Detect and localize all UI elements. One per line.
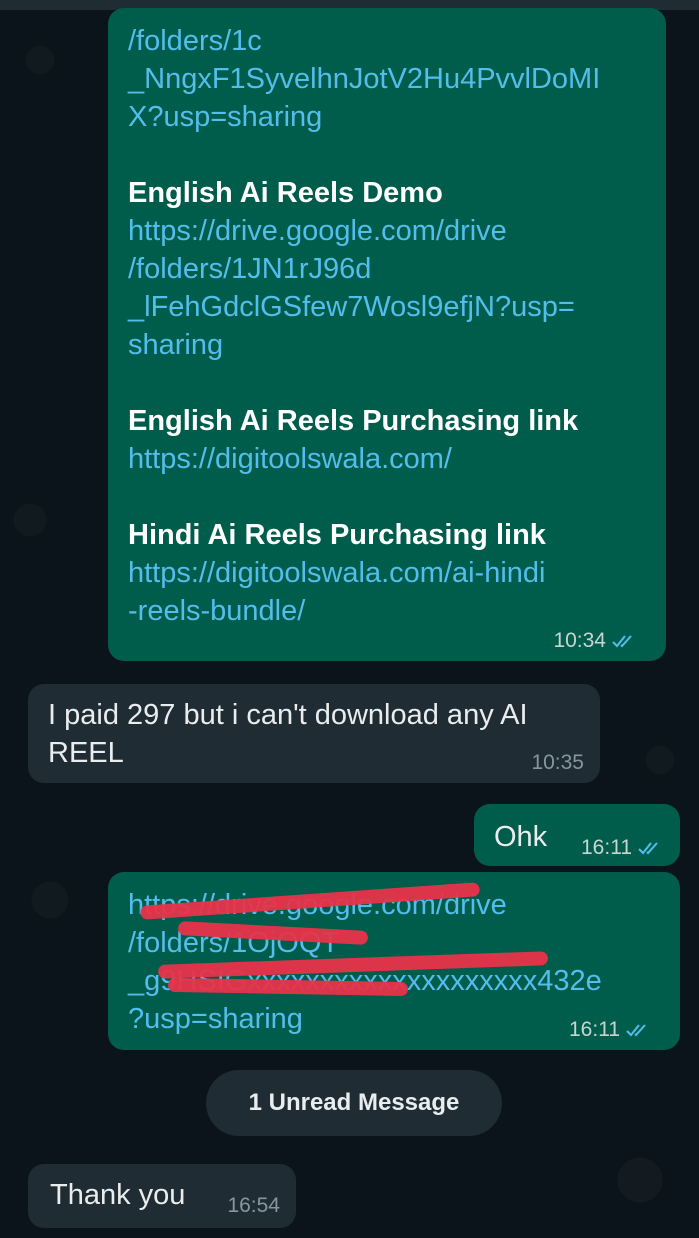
message-link[interactable]: sharing (128, 326, 646, 364)
message-meta: 16:11 (569, 1018, 650, 1042)
message-link[interactable]: X?usp=sharing (128, 98, 646, 136)
message-text: I paid 297 but i can't download any AI (48, 699, 528, 731)
message-link[interactable]: https://digitoolswala.com/ (128, 440, 646, 478)
message-link[interactable]: -reels-bundle/ (128, 592, 646, 630)
message-heading: Hindi Ai Reels Purchasing link (128, 519, 546, 551)
message-link[interactable]: _lFehGdclGSfew7Wosl9efjN?usp= (128, 288, 646, 326)
message-bubble-outgoing[interactable]: https://drive.google.com/drive /folders/… (108, 872, 680, 1050)
message-time: 10:34 (553, 629, 606, 652)
message-heading: English Ai Reels Purchasing link (128, 405, 579, 437)
message-link[interactable]: https://drive.google.com/drive (128, 212, 646, 250)
message-time: 16:11 (581, 836, 632, 859)
message-heading: English Ai Reels Demo (128, 177, 443, 209)
message-time: 10:35 (531, 751, 584, 774)
message-time: 16:54 (227, 1194, 280, 1217)
message-meta: 10:35 (531, 751, 584, 775)
unread-messages-label: 1 Unread Message (248, 1089, 460, 1116)
message-link[interactable]: /folders/1JN1rJ96d (128, 250, 646, 288)
message-link[interactable]: /folders/1c (128, 22, 646, 60)
chat-window[interactable]: /folders/1c _NngxF1SyvelhnJotV2Hu4PvvlDo… (0, 0, 699, 1238)
message-time: 16:11 (569, 1018, 620, 1041)
cropped-line (128, 0, 558, 9)
message-bubble-outgoing[interactable]: /folders/1c _NngxF1SyvelhnJotV2Hu4PvvlDo… (108, 8, 666, 661)
message-meta: 10:34 (553, 629, 636, 653)
message-bubble-incoming[interactable]: Thank you 16:54 (28, 1164, 296, 1228)
read-receipt-icon (612, 635, 632, 648)
unread-messages-banner: 1 Unread Message (206, 1070, 502, 1136)
message-meta: 16:11 (581, 836, 662, 860)
message-link[interactable]: _NngxF1SyvelhnJotV2Hu4PvvlDoMI (128, 60, 646, 98)
read-receipt-icon (626, 1024, 646, 1037)
message-bubble-incoming[interactable]: I paid 297 but i can't download any AI R… (28, 684, 600, 783)
message-bubble-outgoing[interactable]: Ohk 16:11 (474, 804, 680, 866)
message-meta: 16:54 (227, 1194, 280, 1218)
message-text: REEL (48, 737, 124, 769)
message-link[interactable]: https://digitoolswala.com/ai-hindi (128, 554, 646, 592)
read-receipt-icon (638, 842, 658, 855)
